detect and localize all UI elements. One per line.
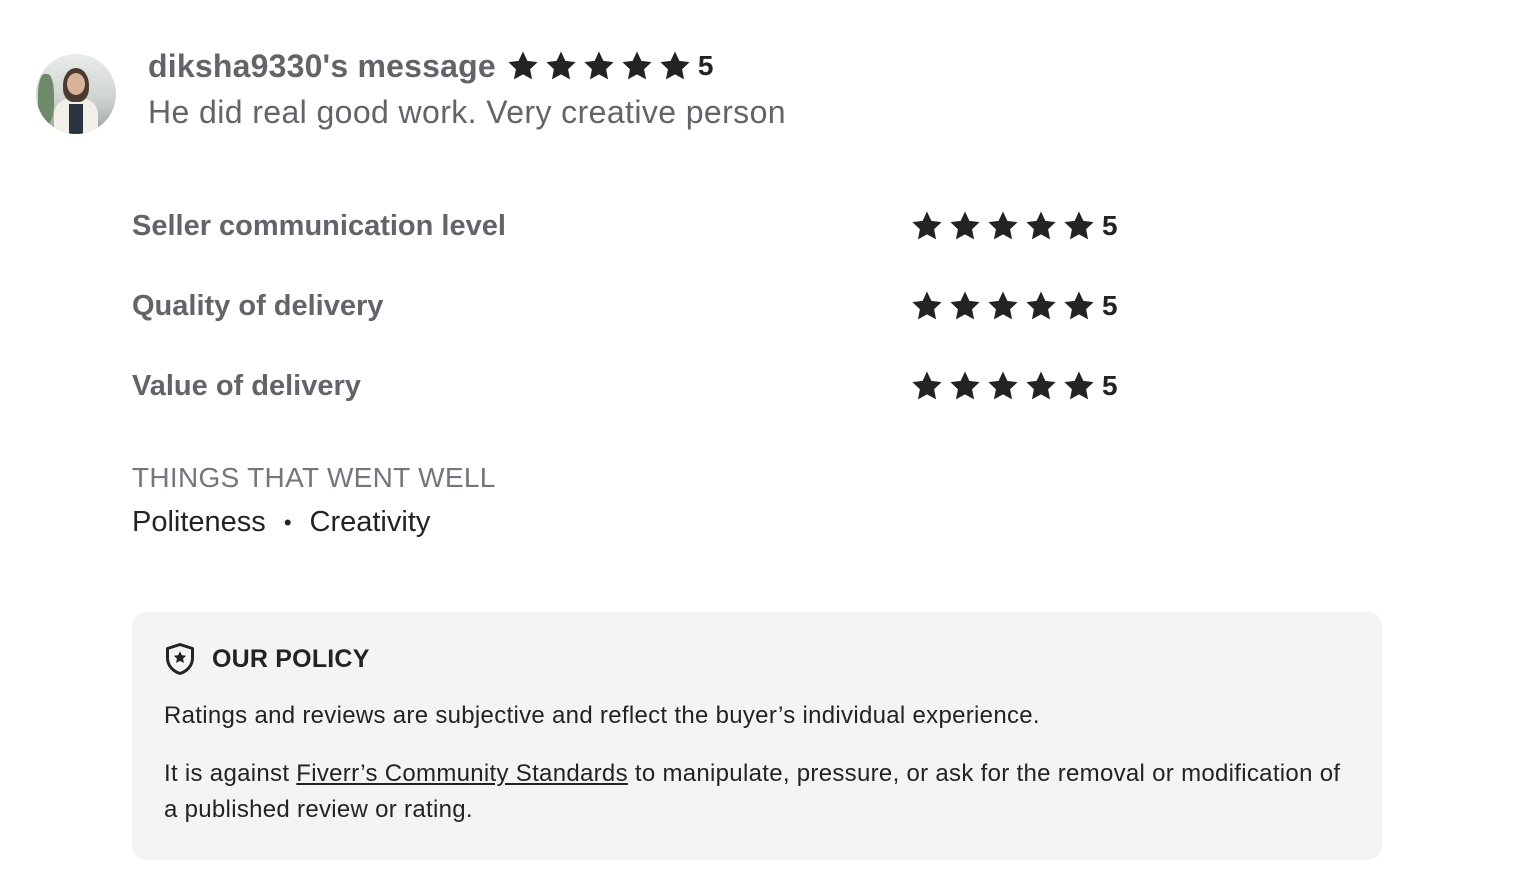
- breakdown-stars: 5: [910, 289, 1118, 323]
- breakdown-label: Value of delivery: [132, 369, 361, 402]
- star-icon: [986, 289, 1020, 323]
- breakdown-row-quality: Quality of delivery 5: [132, 286, 1132, 326]
- breakdown-stars: 5: [910, 369, 1118, 403]
- review-text: He did real good work. Very creative per…: [148, 94, 786, 130]
- star-icon: [1062, 209, 1096, 243]
- review-card: diksha9330's message 5 He did real good …: [0, 0, 1522, 882]
- star-icon: [910, 289, 944, 323]
- star-icon: [986, 369, 1020, 403]
- star-icon: [1024, 209, 1058, 243]
- bullet-separator: •: [283, 509, 292, 535]
- policy-header: OUR POLICY: [164, 642, 370, 676]
- star-icon: [544, 49, 578, 83]
- star-icon: [582, 49, 616, 83]
- things-went-well-list: Politeness • Creativity: [132, 506, 430, 539]
- star-icon: [1024, 369, 1058, 403]
- star-icon: [620, 49, 654, 83]
- reviewer-name[interactable]: diksha9330's message: [148, 48, 496, 85]
- went-well-item: Creativity: [309, 506, 431, 538]
- star-icon: [948, 289, 982, 323]
- star-icon: [910, 209, 944, 243]
- star-icon: [506, 49, 540, 83]
- policy-box: OUR POLICY Ratings and reviews are subje…: [132, 612, 1382, 860]
- review-header: diksha9330's message 5: [148, 44, 713, 88]
- policy-paragraph: It is against Fiverr’s Community Standar…: [164, 756, 1344, 828]
- breakdown-label: Quality of delivery: [132, 289, 384, 322]
- overall-rating-stars: 5: [506, 49, 714, 83]
- overall-rating-value: 5: [697, 50, 714, 81]
- star-icon: [948, 209, 982, 243]
- star-icon: [1062, 289, 1096, 323]
- went-well-item: Politeness: [132, 506, 266, 538]
- community-standards-link[interactable]: Fiverr’s Community Standards: [296, 760, 628, 787]
- star-icon: [986, 209, 1020, 243]
- breakdown-stars: 5: [910, 209, 1118, 243]
- star-icon: [1062, 369, 1096, 403]
- star-icon: [910, 369, 944, 403]
- breakdown-rating-value: 5: [1102, 210, 1118, 241]
- star-icon: [658, 49, 692, 83]
- breakdown-rating-value: 5: [1102, 370, 1118, 401]
- policy-title: OUR POLICY: [212, 644, 370, 673]
- things-went-well-heading: THINGS THAT WENT WELL: [132, 462, 496, 493]
- reviewer-avatar[interactable]: [36, 54, 116, 134]
- policy-text: It is against: [164, 760, 297, 787]
- breakdown-row-value: Value of delivery 5: [132, 366, 1132, 406]
- policy-paragraph: Ratings and reviews are subjective and r…: [164, 702, 1040, 729]
- breakdown-row-communication: Seller communication level 5: [132, 206, 1132, 246]
- breakdown-label: Seller communication level: [132, 209, 506, 242]
- star-icon: [948, 369, 982, 403]
- breakdown-rating-value: 5: [1102, 290, 1118, 321]
- shield-star-icon: [166, 643, 194, 675]
- star-icon: [1024, 289, 1058, 323]
